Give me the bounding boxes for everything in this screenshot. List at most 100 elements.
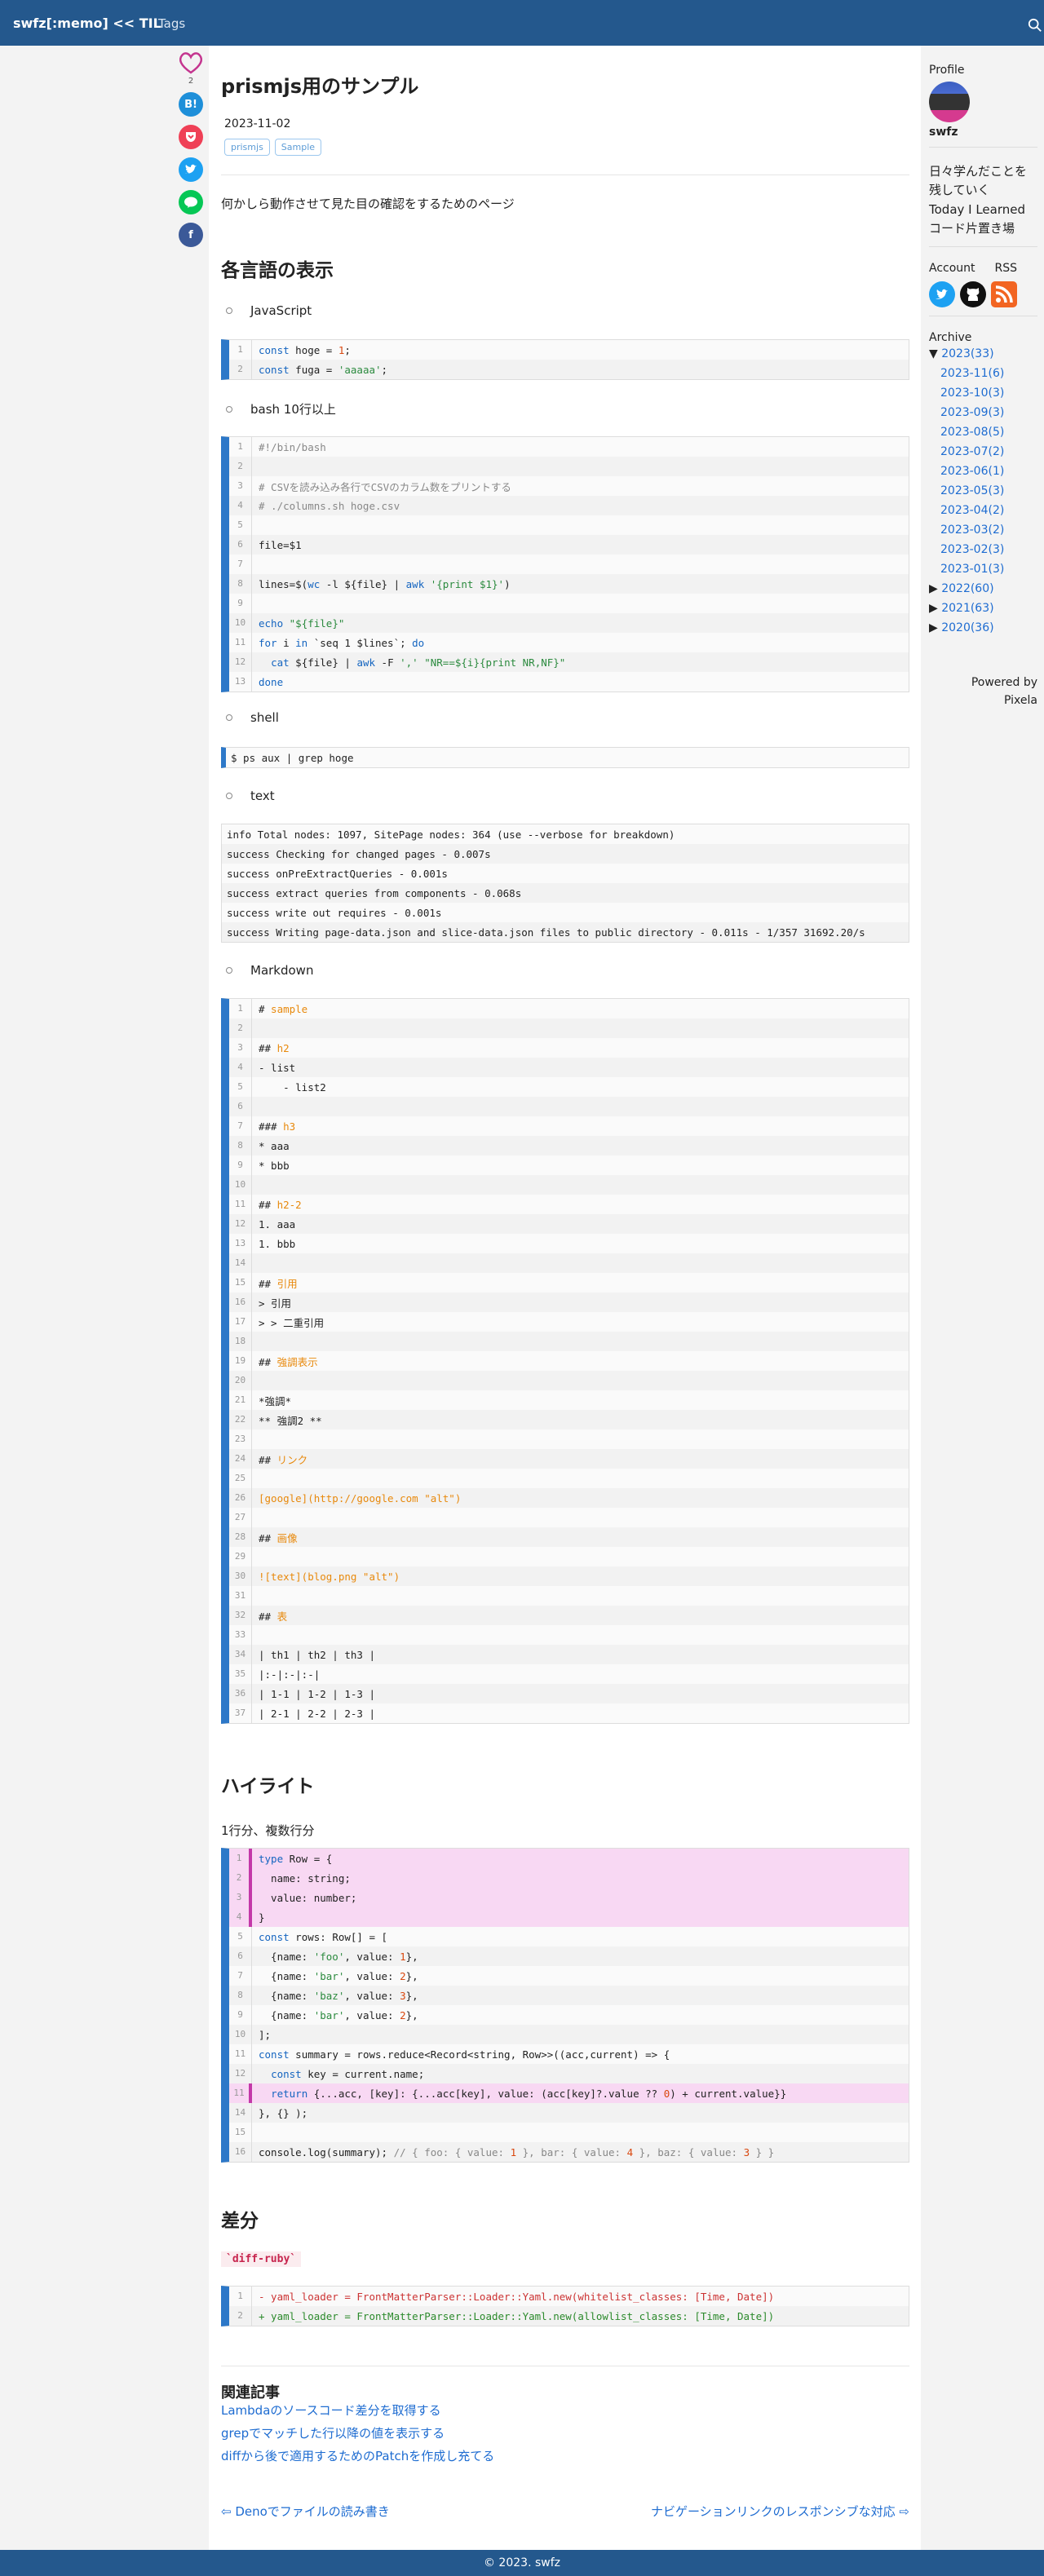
line-number: 12 — [229, 652, 252, 672]
twitter-icon[interactable] — [929, 281, 955, 307]
archive-month-link[interactable]: 2023-09(3) — [929, 403, 1037, 422]
archive-month-link[interactable]: 2023-10(3) — [929, 383, 1037, 403]
code-text: name: string; — [259, 1871, 351, 1885]
archive-year-2023[interactable]: ▼ 2023(33) — [929, 344, 1037, 364]
list-item-text: text — [226, 789, 275, 803]
code-text: + yaml_loader = FrontMatterParser::Loade… — [259, 2309, 775, 2322]
code-text: $ ps aux | grep hoge — [231, 751, 354, 764]
code-line: success write out requires - 0.001s — [222, 903, 909, 922]
line-number: 7 — [229, 555, 252, 574]
archive-year-link[interactable]: ▶ 2022(60) — [929, 579, 1037, 599]
archive-year-link[interactable]: ▶ 2020(36) — [929, 618, 1037, 638]
code-line: success extract queries from components … — [222, 883, 909, 903]
heart-icon[interactable] — [178, 51, 204, 75]
code-line: 12 const key = current.name; — [229, 2064, 909, 2083]
code-line: 35 |:-|:-|:-| — [229, 1664, 909, 1684]
related-link[interactable]: Lambdaのソースコード差分を取得する — [221, 2401, 441, 2419]
hatena-bookmark-icon[interactable]: B! — [179, 92, 203, 117]
line-number: 5 — [229, 1077, 252, 1097]
code-text: | 2-1 | 2-2 | 2-3 | — [259, 1707, 375, 1720]
code-line: 15 ## 引用 — [229, 1273, 909, 1292]
code-text: | th1 | th2 | th3 | — [259, 1648, 375, 1661]
archive-month-link[interactable]: 2023-11(6) — [929, 364, 1037, 383]
related-link[interactable]: grepでマッチした行以降の値を表示する — [221, 2424, 445, 2441]
related-link[interactable]: diffから後で適用するためのPatchを作成し充てる — [221, 2447, 494, 2464]
code-text: success Checking for changed pages - 0.0… — [227, 847, 491, 860]
line-number: 18 — [229, 1332, 252, 1351]
line-number: 1 — [229, 340, 252, 360]
code-line: 1 const hoge = 1; — [229, 340, 909, 360]
line-number: 2 — [229, 2306, 252, 2326]
code-text: success write out requires - 0.001s — [227, 906, 442, 919]
line-icon[interactable] — [179, 190, 203, 214]
prev-post-link[interactable]: ⇦ Denoでファイルの読み書き — [221, 2503, 390, 2520]
code-line: 12 cat ${file} | awk -F ',' "NR==${i}{pr… — [229, 652, 909, 672]
code-line: 10]; — [229, 2025, 909, 2044]
archive-title: Archive — [929, 331, 972, 344]
code-line: 2 — [229, 457, 909, 476]
pocket-icon[interactable] — [179, 125, 203, 149]
facebook-icon[interactable]: f — [179, 223, 203, 247]
archive-month-link[interactable]: 2023-04(2) — [929, 501, 1037, 520]
code-line: 9 — [229, 594, 909, 613]
code-text: {name: 'baz', value: 3}, — [259, 1989, 418, 2002]
code-line: 11 for i in `seq 1 $lines`; do — [229, 633, 909, 652]
code-line: 6 — [229, 1097, 909, 1116]
code-line: 1 - yaml_loader = FrontMatterParser::Load… — [229, 2287, 909, 2306]
account-title: Account — [929, 262, 975, 275]
site-brand-link[interactable]: swfz[:memo] << TIL — [13, 15, 161, 31]
code-text: {name: 'foo', value: 1}, — [259, 1950, 418, 1963]
archive-year-link[interactable]: ▶ 2021(63) — [929, 599, 1037, 618]
archive-month-link[interactable]: 2023-02(3) — [929, 540, 1037, 559]
code-text: |:-|:-|:-| — [259, 1668, 321, 1681]
code-line: 28 ## 画像 — [229, 1527, 909, 1547]
code-text: - list — [259, 1061, 296, 1074]
line-number: 11 — [229, 2083, 252, 2103]
archive-month-link[interactable]: 2023-05(3) — [929, 481, 1037, 501]
line-number: 1 — [229, 1849, 252, 1868]
archive-month-link[interactable]: 2023-01(3) — [929, 559, 1037, 579]
code-line: 32 ## 表 — [229, 1606, 909, 1625]
code-text: [google](http://google.com "alt") — [259, 1491, 462, 1505]
code-text: ## 画像 — [259, 1531, 298, 1544]
avatar[interactable] — [929, 82, 970, 122]
line-number: 21 — [229, 1390, 252, 1410]
twitter-icon[interactable] — [179, 157, 203, 182]
code-line: 14}, {} ); — [229, 2103, 909, 2123]
code-text: echo "${file}" — [259, 616, 345, 630]
footer: © 2023. swfz — [0, 2550, 1044, 2576]
code-line: 16 console.log(summary); // { foo: { valu… — [229, 2142, 909, 2162]
github-icon[interactable] — [960, 281, 986, 307]
line-number: 34 — [229, 1645, 252, 1664]
code-text: ### h3 — [259, 1120, 296, 1133]
archive-month-link[interactable]: 2023-07(2) — [929, 442, 1037, 462]
archive-month-link[interactable]: 2023-08(5) — [929, 422, 1037, 442]
code-line: 5 - list2 — [229, 1077, 909, 1097]
code-line: success Writing page-data.json and slice… — [222, 922, 909, 942]
code-text: *強調* — [259, 1394, 292, 1407]
code-text: ]; — [259, 2028, 272, 2041]
line-number: 11 — [229, 2044, 252, 2064]
search-icon[interactable] — [1028, 18, 1042, 33]
line-number: 5 — [229, 515, 252, 535]
rss-icon[interactable] — [991, 281, 1017, 307]
next-post-link[interactable]: ナビゲーションリンクのレスポンシブな対応 ⇨ — [651, 2503, 909, 2520]
profile-name[interactable]: swfz — [929, 126, 1037, 139]
code-text: - list2 — [259, 1080, 326, 1094]
code-line: 33 — [229, 1625, 909, 1645]
nav-tags-link[interactable]: Tags — [158, 16, 185, 31]
line-number: 9 — [229, 2005, 252, 2025]
code-line: 3 # CSVを読み込み各行でCSVのカラム数をプリントする — [229, 476, 909, 496]
tag-badge[interactable]: Sample — [274, 139, 322, 156]
archive-month-link[interactable]: 2023-06(1) — [929, 462, 1037, 481]
code-line: 37 | 2-1 | 2-2 | 2-3 | — [229, 1703, 909, 1723]
code-text: ## 強調表示 — [259, 1355, 318, 1368]
tag-badge[interactable]: prismjs — [224, 139, 270, 156]
code-line: 22 ** 強調2 ** — [229, 1410, 909, 1429]
archive-month-link[interactable]: 2023-03(2) — [929, 520, 1037, 540]
line-number: 12 — [229, 2064, 252, 2083]
line-number: 26 — [229, 1488, 252, 1508]
code-block-text: info Total nodes: 1097, SitePage nodes: … — [221, 824, 909, 943]
line-number: 6 — [229, 1946, 252, 1966]
tag-list: prismjs Sample — [224, 139, 322, 156]
